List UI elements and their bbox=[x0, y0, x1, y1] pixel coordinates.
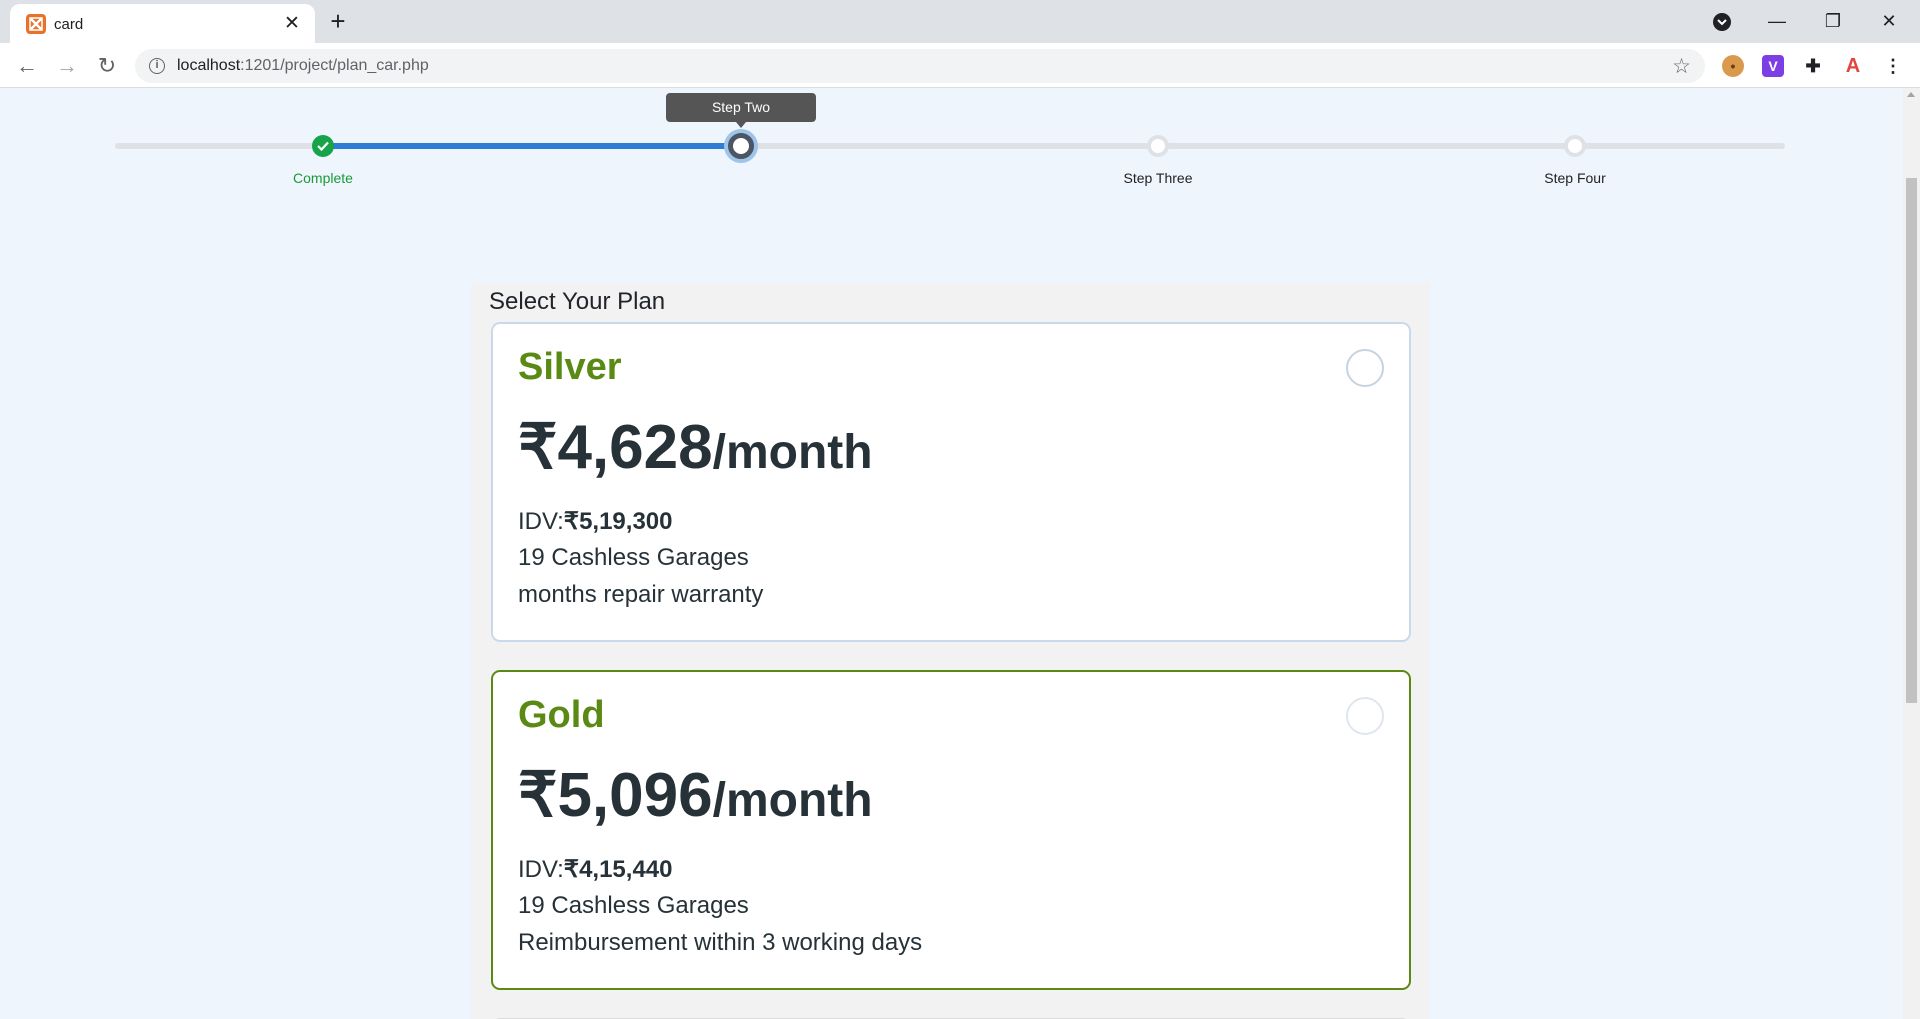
plans-container: Select Your Plan Silver ₹4,628/month IDV… bbox=[471, 283, 1430, 1019]
plan-name: Gold bbox=[518, 694, 605, 736]
browser-tab[interactable]: card ✕ bbox=[10, 4, 315, 43]
address-bar[interactable]: i localhost:1201/project/plan_car.php ☆ bbox=[135, 49, 1705, 83]
forward-icon[interactable]: → bbox=[53, 52, 81, 80]
step-3-label: Step Three bbox=[1123, 170, 1193, 186]
plan-card-gold[interactable]: Gold ₹5,096/month IDV:₹4,15,440 19 Cashl… bbox=[491, 670, 1411, 990]
plan-card-silver[interactable]: Silver ₹4,628/month IDV:₹5,19,300 19 Cas… bbox=[491, 322, 1411, 642]
plan-idv: IDV:₹5,19,300 bbox=[518, 508, 673, 535]
extensions-puzzle-icon[interactable]: ✚ bbox=[1802, 55, 1824, 77]
a-extension-icon[interactable]: A bbox=[1842, 55, 1864, 77]
tab-close-icon[interactable]: ✕ bbox=[281, 13, 303, 35]
plan-garages: 19 Cashless Garages bbox=[518, 544, 749, 571]
plan-name: Silver bbox=[518, 346, 622, 388]
restore-icon[interactable]: ❐ bbox=[1811, 6, 1855, 36]
reload-icon[interactable]: ↻ bbox=[93, 52, 121, 80]
plan-idv: IDV:₹4,15,440 bbox=[518, 856, 673, 883]
menu-kebab-icon[interactable]: ⋮ bbox=[1882, 55, 1904, 77]
new-tab-button[interactable]: + bbox=[324, 8, 352, 36]
step-3-dot[interactable] bbox=[1147, 135, 1169, 157]
window-close-icon[interactable]: ✕ bbox=[1867, 6, 1911, 36]
minimize-icon[interactable]: — bbox=[1755, 6, 1799, 36]
plan-garages: 19 Cashless Garages bbox=[518, 892, 749, 919]
site-info-icon[interactable]: i bbox=[149, 58, 165, 74]
cookie-extension-icon[interactable]: • bbox=[1722, 55, 1744, 77]
page-viewport: Step Two Complete Step Three Step Four S… bbox=[0, 88, 1903, 1019]
plans-heading: Select Your Plan bbox=[489, 288, 666, 315]
plan-price: ₹4,628/month bbox=[518, 413, 873, 482]
plan-radio-silver[interactable] bbox=[1346, 349, 1384, 387]
browser-toolbar: ← → ↻ i localhost:1201/project/plan_car.… bbox=[0, 43, 1920, 88]
back-icon[interactable]: ← bbox=[13, 52, 41, 80]
scroll-up-arrow-icon[interactable] bbox=[1907, 92, 1915, 97]
url-text[interactable]: localhost:1201/project/plan_car.php bbox=[177, 57, 429, 75]
bookmark-star-icon[interactable]: ☆ bbox=[1672, 54, 1691, 79]
tab-search-icon[interactable] bbox=[1710, 10, 1734, 34]
plan-feature: months repair warranty bbox=[518, 581, 764, 608]
step-1-dot[interactable] bbox=[312, 135, 334, 157]
v-extension-icon[interactable]: V bbox=[1762, 55, 1784, 77]
scroll-thumb[interactable] bbox=[1906, 178, 1917, 703]
step-tooltip: Step Two bbox=[666, 93, 816, 128]
step-1-label: Complete bbox=[293, 170, 353, 186]
stepper-progress bbox=[323, 143, 741, 149]
plan-feature: Reimbursement within 3 working days bbox=[518, 929, 923, 956]
plan-radio-gold[interactable] bbox=[1346, 697, 1384, 735]
page-scrollbar[interactable] bbox=[1903, 88, 1920, 1019]
plan-price: ₹5,096/month bbox=[518, 761, 873, 830]
step-2-dot[interactable] bbox=[728, 133, 754, 159]
step-4-label: Step Four bbox=[1544, 170, 1606, 186]
tab-bar: card ✕ + — ❐ ✕ bbox=[0, 0, 1920, 43]
step-4-dot[interactable] bbox=[1564, 135, 1586, 157]
xampp-favicon-icon bbox=[26, 14, 46, 34]
tab-title: card bbox=[54, 16, 84, 33]
